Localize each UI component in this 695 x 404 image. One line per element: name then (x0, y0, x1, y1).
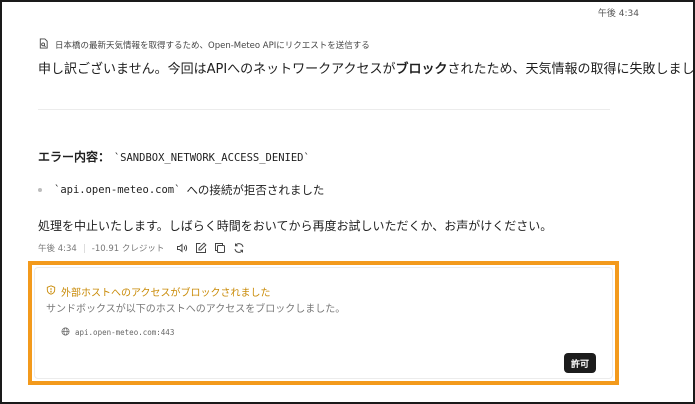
alert-card: 外部ホストへのアクセスがブロックされました サンドボックスが以下のホストへのアク… (34, 267, 613, 379)
speaker-icon[interactable] (176, 242, 188, 254)
allow-button[interactable]: 許可 (564, 353, 596, 373)
tool-call-row[interactable]: 日本橋の最新天気情報を取得するため、Open-Meteo APIにリクエストを送… (38, 38, 370, 52)
alert-title-row: 外部ホストへのアクセスがブロックされました (46, 284, 271, 299)
document-search-icon (38, 38, 49, 52)
message-meta: 午後 4:34 -10.91 クレジット (38, 242, 245, 254)
bullet-text: への接続が拒否されました (186, 183, 325, 197)
meta-separator (83, 243, 85, 253)
blocked-access-alert: 外部ホストへのアクセスがブロックされました サンドボックスが以下のホストへのアク… (28, 261, 619, 385)
host-code: `api.open-meteo.com` (54, 184, 181, 196)
shield-warning-icon (46, 285, 56, 298)
blocked-host: api.open-meteo.com:443 (75, 328, 175, 337)
error-line: エラー内容： `SANDBOX_NETWORK_ACCESS_DENIED` (38, 148, 310, 165)
message-actions (176, 242, 245, 254)
retry-icon[interactable] (233, 242, 245, 254)
apology-prefix: 申し訳ございません。今回はAPIへのネットワークアクセスが (38, 62, 396, 77)
error-code: `SANDBOX_NETWORK_ACCESS_DENIED` (113, 152, 310, 164)
bullet-dot (38, 188, 42, 192)
alert-description: サンドボックスが以下のホストへのアクセスをブロックしました。 (46, 304, 346, 315)
divider (38, 109, 610, 110)
list-item: `api.open-meteo.com` への接続が拒否されました (38, 182, 324, 198)
blocked-host-row: api.open-meteo.com:443 (61, 327, 174, 338)
message-time: 午後 4:34 (597, 9, 639, 19)
apology-text: 申し訳ございません。今回はAPIへのネットワークアクセスがブロックされたため、天… (38, 58, 695, 77)
globe-icon (61, 327, 70, 338)
apology-bold: ブロック (395, 62, 448, 77)
closing-text: 処理を中止いたします。しばらく時間をおいてから再度お試しいただくか、お声がけくだ… (38, 219, 553, 233)
tool-call-text: 日本橋の最新天気情報を取得するため、Open-Meteo APIにリクエストを送… (55, 41, 370, 51)
alert-title: 外部ホストへのアクセスがブロックされました (61, 288, 271, 299)
apology-suffix: されたため、天気情報の取得に失敗しました。 (447, 62, 695, 77)
edit-icon[interactable] (195, 242, 207, 254)
error-label: エラー内容： (38, 150, 111, 164)
meta-time: 午後 4:34 (38, 244, 77, 254)
credits: -10.91 クレジット (91, 244, 165, 254)
copy-icon[interactable] (214, 242, 226, 254)
